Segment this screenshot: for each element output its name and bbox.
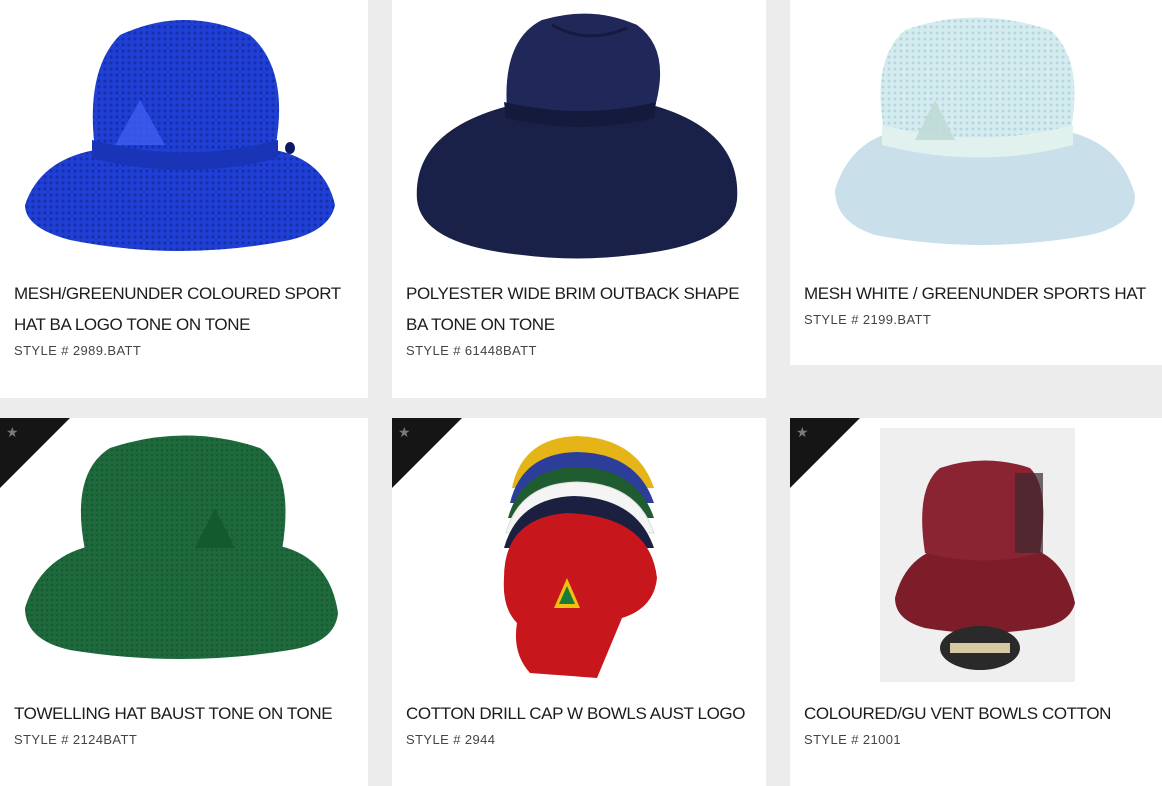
- product-style-number: STYLE # 2989.BATT: [14, 343, 142, 358]
- product-card[interactable]: ★ COLOURED/GU VENT BOWLS COTTON STYLE # …: [790, 418, 1162, 786]
- product-title[interactable]: MESH/GREENUNDER COLOURED SPORT HAT BA LO…: [14, 262, 354, 340]
- product-title[interactable]: COLOURED/GU VENT BOWLS COTTON: [804, 682, 1148, 729]
- product-card[interactable]: ★ COTTON DRILL CAP W BOWLS AUST LOGO STY…: [392, 418, 766, 786]
- product-title[interactable]: POLYESTER WIDE BRIM OUTBACK SHAPE BA TON…: [406, 262, 752, 340]
- product-title[interactable]: MESH WHITE / GREENUNDER SPORTS HAT: [804, 262, 1148, 309]
- product-image[interactable]: [790, 0, 1162, 262]
- product-image[interactable]: ★: [790, 418, 1162, 682]
- product-card[interactable]: POLYESTER WIDE BRIM OUTBACK SHAPE BA TON…: [392, 0, 766, 398]
- product-image[interactable]: [0, 0, 368, 262]
- product-style-number: STYLE # 2199.BATT: [804, 312, 932, 327]
- product-card[interactable]: MESH WHITE / GREENUNDER SPORTS HAT STYLE…: [790, 0, 1162, 365]
- star-icon: ★: [6, 424, 19, 440]
- product-image[interactable]: [392, 0, 766, 262]
- product-card[interactable]: ★ TOWELLING HAT BAUST TONE ON TONE STYLE…: [0, 418, 368, 786]
- product-image[interactable]: ★: [392, 418, 766, 682]
- star-icon: ★: [796, 424, 809, 440]
- product-style-number: STYLE # 61448BATT: [406, 343, 537, 358]
- product-style-number: STYLE # 2124BATT: [14, 732, 138, 747]
- product-style-number: STYLE # 2944: [406, 732, 496, 747]
- product-title[interactable]: COTTON DRILL CAP W BOWLS AUST LOGO: [406, 682, 752, 729]
- star-icon: ★: [398, 424, 411, 440]
- product-style-number: STYLE # 21001: [804, 732, 901, 747]
- product-card[interactable]: MESH/GREENUNDER COLOURED SPORT HAT BA LO…: [0, 0, 368, 398]
- product-image[interactable]: ★: [0, 418, 368, 682]
- product-title[interactable]: TOWELLING HAT BAUST TONE ON TONE: [14, 682, 354, 729]
